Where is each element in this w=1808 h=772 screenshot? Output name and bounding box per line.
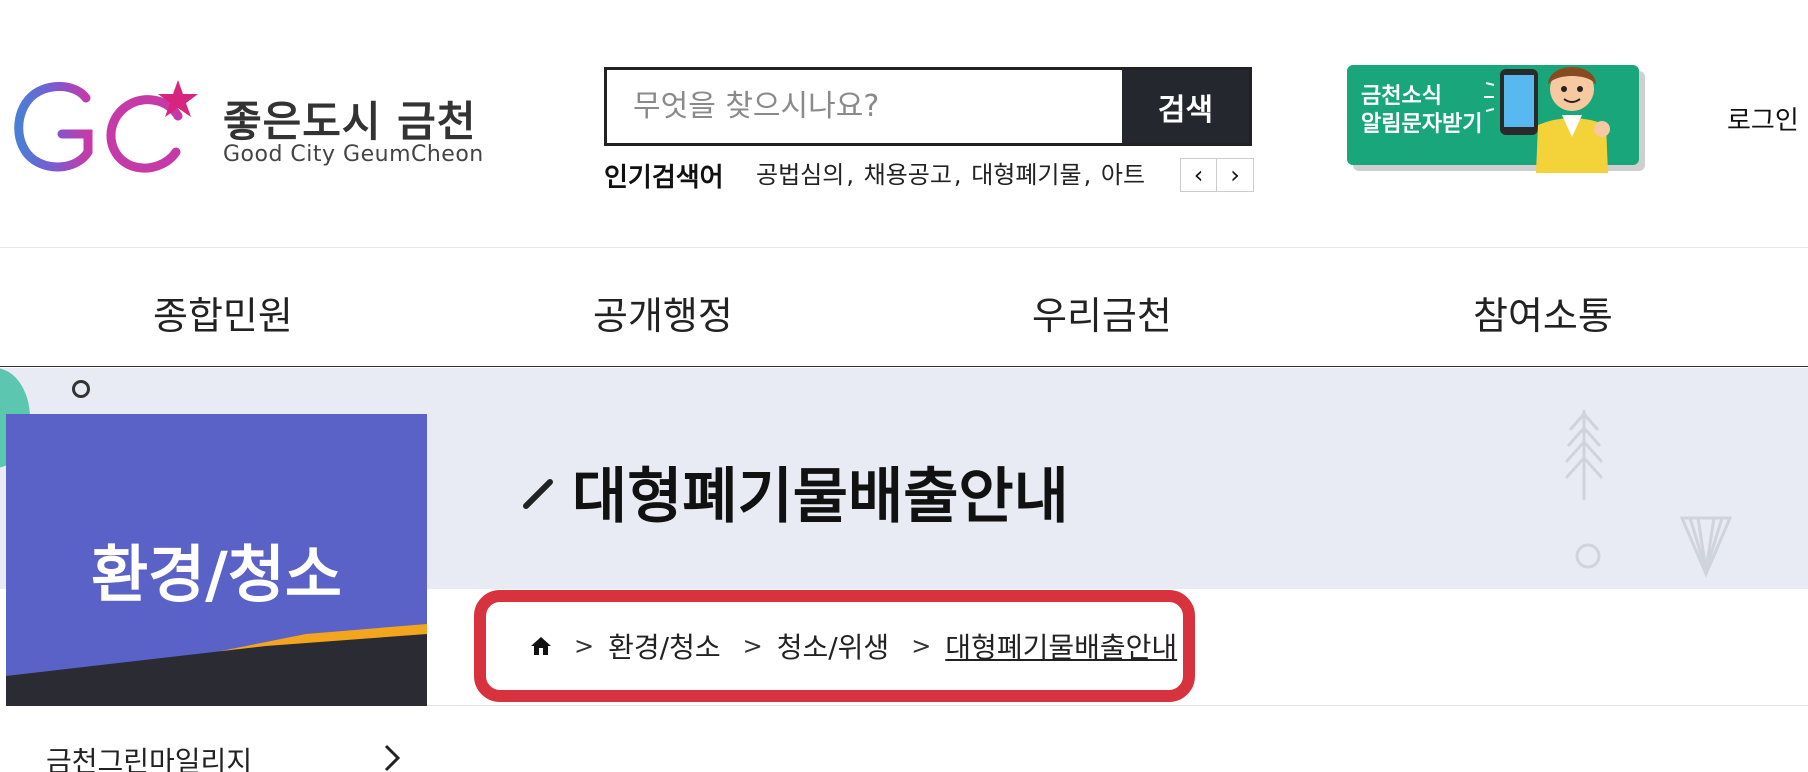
popular-keywords-label: 인기검색어 [604,162,724,193]
logo-korean-text: 좋은도시 금천 [223,97,477,146]
banner-text: 금천소식 알림문자받기 [1361,84,1483,137]
site-header: 좋은도시 금천 Good City GeumCheon 검색 인기검색어 공법심… [0,0,1808,248]
login-link[interactable]: 로그인 [1727,100,1799,137]
section-title-box: 환경/청소 [6,414,427,706]
site-logo[interactable]: 좋은도시 금천 Good City GeumCheon [8,76,483,176]
popular-keyword[interactable]: 아트 [1101,161,1145,189]
breadcrumb-current[interactable]: 대형폐기물배출안내 [945,626,1177,666]
gnb-item-participation[interactable]: 참여소통 [1473,285,1613,340]
section-title: 환경/청소 [91,538,342,611]
pencil-icon [523,478,553,509]
page-title-wrap: 대형폐기물배출안내 [520,448,1069,535]
sms-subscribe-banner[interactable]: 금천소식 알림문자받기 [1347,57,1641,175]
phone-person-illustration-icon [1484,67,1610,173]
page: 좋은도시 금천 Good City GeumCheon 검색 인기검색어 공법심… [0,0,1808,772]
left-menu-item-label: 금천그린마일리지 [46,745,253,772]
breadcrumb-item[interactable]: 환경/청소 [608,626,720,666]
page-title: 대형폐기물배출안내 [572,462,1069,532]
chevron-right-icon[interactable]: › [1217,159,1253,191]
main-navigation: 종합민원 공개행정 우리금천 참여소통 [0,249,1808,367]
decorative-tree-icon [1564,410,1733,578]
breadcrumb-separator: > [742,632,763,660]
gc-logo-mark-icon [14,80,198,173]
popular-keywords-nav: ‹ › [1180,158,1254,192]
chevron-left-icon[interactable]: ‹ [1181,159,1217,191]
search-button[interactable]: 검색 [1122,70,1249,143]
logo-english-text: Good City GeumCheon [223,142,484,167]
home-icon[interactable] [530,635,552,657]
search-form: 검색 [604,67,1252,146]
popular-keywords-list: 공법심의, 채용공고, 대형폐기물, 아트 [756,161,1146,189]
search-input[interactable] [607,70,1122,143]
breadcrumb-separator: > [574,632,595,660]
popular-keywords: 인기검색어 공법심의, 채용공고, 대형폐기물, 아트 ‹ › [604,158,1254,193]
gnb-item-open-administration[interactable]: 공개행정 [593,285,733,340]
breadcrumb: > 환경/청소 > 청소/위생 > 대형폐기물배출안내 [474,590,1195,702]
gnb-item-our-geumcheon[interactable]: 우리금천 [1032,285,1172,340]
popular-keyword[interactable]: 대형폐기물 [971,161,1081,189]
chevron-right-icon [384,744,401,772]
gnb-item-civil-service[interactable]: 종합민원 [153,285,293,340]
popular-keyword[interactable]: 채용공고 [864,161,952,189]
breadcrumb-item[interactable]: 청소/위생 [777,626,889,666]
decorative-circle [72,380,90,398]
popular-keyword[interactable]: 공법심의 [756,161,844,189]
left-menu-item[interactable]: 금천그린마일리지 [46,740,406,772]
breadcrumb-separator: > [911,632,932,660]
